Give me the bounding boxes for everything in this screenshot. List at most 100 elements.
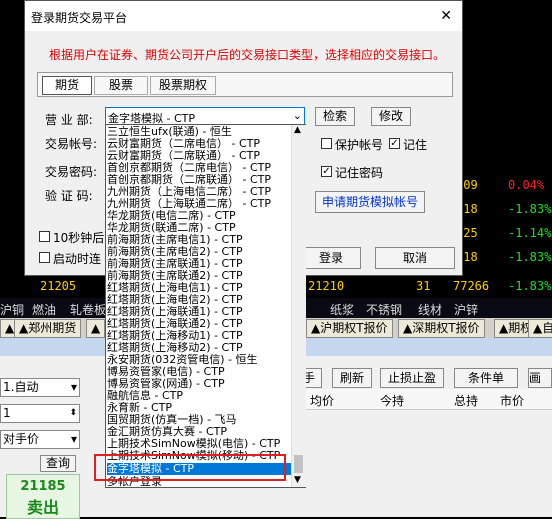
apply-simulated-account-link[interactable]: 申请期货模拟帐号 [315, 191, 425, 213]
remember-account-label: 记住 [403, 138, 428, 152]
dropdown-option[interactable]: 金汇期货仿真大赛 - CTP [107, 426, 291, 438]
quote-price: 77266 [453, 279, 490, 293]
edit-button[interactable]: 修改 [371, 107, 411, 126]
chevron-down-icon: ▾ [70, 432, 77, 446]
market-tab[interactable]: ▲郑州期货 [14, 319, 82, 338]
quote-change: -1.83% [508, 279, 552, 293]
dropdown-option[interactable]: 博易资管家(电信) - CTP [107, 366, 291, 378]
dropdown-option[interactable]: 永安期货(032资管电信) - 恒生 [107, 354, 291, 366]
dropdown-option[interactable]: 融航信息 - CTP [107, 390, 291, 402]
draw-button[interactable]: 画 [528, 368, 552, 388]
branch-label: 营 业 部: [45, 113, 93, 127]
auto-connect-label: 启动时连 [53, 252, 102, 266]
grid-col-market-price[interactable]: 市价 [500, 392, 524, 409]
order-mode-value: 1.自动 [3, 380, 39, 394]
ticker-change: -1.83% [508, 250, 552, 264]
menu-item[interactable]: 沪锌 [454, 301, 478, 318]
auto-connect-checkbox[interactable] [39, 252, 50, 263]
grid-col-avg-price[interactable]: 均价 [310, 392, 334, 409]
quote-bottom-row-right: 21210 31 77266 -1.83% [308, 275, 552, 298]
remember-password-checkbox[interactable]: ✓ [321, 166, 332, 177]
selection-annotation-box [94, 454, 286, 481]
market-tab[interactable]: ▲深期权T报价 [398, 319, 485, 338]
search-button[interactable]: 检索 [315, 107, 355, 126]
dropdown-option[interactable]: 华龙期货(联通二席) - CTP [107, 222, 291, 234]
price-type-select[interactable]: 对手价 ▾ [0, 430, 80, 449]
close-icon[interactable]: ✕ [440, 8, 452, 24]
dropdown-option[interactable]: 红塔期货(上海联通1) - CTP [107, 306, 291, 318]
dropdown-option[interactable]: 三立恒生ufx(联通) - 恒生 [107, 126, 291, 138]
tab-stock-options[interactable]: 股票期权 [150, 76, 216, 95]
dropdown-option[interactable]: 红塔期货(上海移动2) - CTP [107, 342, 291, 354]
grid-col-today-pos[interactable]: 今持 [380, 392, 404, 409]
login-button[interactable]: 登录 [301, 247, 361, 269]
ticker-change: -1.14% [508, 226, 552, 240]
dropdown-option[interactable]: 红塔期货(上海联通2) - CTP [107, 318, 291, 330]
quantity-value: 1 [3, 406, 11, 420]
code-label: 验 证 码: [45, 189, 93, 203]
market-tab[interactable]: ▲自 [528, 319, 552, 338]
dropdown-option[interactable]: 博易资管家(网通) - CTP [107, 378, 291, 390]
dropdown-option[interactable]: 红塔期货(上海电信2) - CTP [107, 294, 291, 306]
chevron-down-icon: ⌄ [292, 109, 302, 122]
menu-item[interactable]: 沪铜 [0, 301, 24, 318]
menu-item[interactable]: 不锈钢 [366, 301, 402, 318]
dropdown-option[interactable]: 首创京都期货（二席电信） - CTP [107, 162, 291, 174]
dropdown-option[interactable]: 华龙期货(电信二席) - CTP [107, 210, 291, 222]
tab-stocks[interactable]: 股票 [94, 76, 148, 95]
conditional-order-button[interactable]: 条件单 [454, 368, 518, 388]
quote-value-left: 21205 [40, 279, 77, 293]
dropdown-option[interactable]: 前海期货(主席联通1) - CTP [107, 258, 291, 270]
dropdown-option[interactable]: 前海期货(主席联通2) - CTP [107, 270, 291, 282]
dropdown-option[interactable]: 九州期货（上海电信二席） - CTP [107, 186, 291, 198]
quote-value-mid: 21210 [308, 279, 345, 293]
tab-futures[interactable]: 期货 [42, 76, 92, 95]
grid-col-total-pos[interactable]: 总持 [454, 392, 478, 409]
broker-type-tabs: 期货 股票 股票期权 [37, 72, 453, 97]
stop-loss-button[interactable]: 止损止盈 [380, 368, 444, 388]
menu-item[interactable]: 燃油 [32, 301, 56, 318]
quote-value-c: 31 [416, 279, 431, 293]
dialog-title-bar: 登录期货交易平台 ✕ [25, 1, 462, 31]
cancel-button[interactable]: 取消 [375, 247, 455, 269]
menu-item[interactable]: 线材 [418, 301, 442, 318]
ticker-change: -1.83% [508, 202, 552, 216]
dropdown-scrollbar[interactable]: ▲ ▼ [291, 125, 306, 487]
dropdown-option[interactable]: 云财富期货（二席电信） - CTP [107, 138, 291, 150]
refresh-button[interactable]: 刷新 [332, 368, 372, 388]
quantity-stepper[interactable]: 1 ⬍ [0, 404, 80, 423]
market-tab[interactable]: ▲ [86, 319, 106, 338]
protect-account-label: 保护帐号 [335, 138, 384, 152]
scroll-down-icon[interactable]: ▼ [294, 475, 301, 485]
price-type-value: 对手价 [3, 432, 40, 446]
dropdown-option[interactable]: 永育新 - CTP [107, 402, 291, 414]
account-label: 交易帐号: [45, 137, 98, 151]
auto-lock-checkbox[interactable] [39, 231, 50, 242]
market-tab[interactable]: ▲沪期权T报价 [306, 319, 393, 338]
dialog-title: 登录期货交易平台 [31, 11, 128, 25]
scrollbar-thumb[interactable] [294, 455, 303, 473]
sell-label: 卖出 [26, 498, 59, 517]
dropdown-option[interactable]: 九州期货（上海联通二席） - CTP [107, 198, 291, 210]
order-mode-select[interactable]: 1.自动 ▾ [0, 378, 80, 397]
remember-account-checkbox[interactable]: ✓ [389, 138, 400, 149]
dropdown-option[interactable]: 上期技术SimNow模拟(电信) - CTP [107, 438, 291, 450]
branch-dropdown-list[interactable]: 三立恒生ufx(联通) - 恒生 云财富期货（二席电信） - CTP 云财富期货（二… [105, 124, 306, 488]
menu-item[interactable]: 轧卷板 [70, 301, 106, 318]
dropdown-option[interactable]: 前海期货(主席电信1) - CTP [107, 234, 291, 246]
query-button[interactable]: 查询 [40, 455, 76, 472]
dropdown-option[interactable]: 前海期货(主席电信2) - CTP [107, 246, 291, 258]
ticker-change: 0.04% [508, 178, 545, 192]
dropdown-option[interactable]: 云财富期货（二席联通） - CTP [107, 150, 291, 162]
password-label: 交易密码: [45, 165, 98, 179]
sell-order-panel[interactable]: 21185 卖出 [6, 474, 80, 519]
interface-hint: 根据用户在证券、期货公司开户后的交易接口类型，选择相应的交易接口。 [49, 48, 446, 62]
remember-password-label: 记住密码 [335, 166, 384, 180]
dropdown-option[interactable]: 红塔期货(上海电信1) - CTP [107, 282, 291, 294]
protect-account-checkbox[interactable] [321, 138, 332, 149]
dropdown-option[interactable]: 红塔期货(上海移动1) - CTP [107, 330, 291, 342]
dropdown-option[interactable]: 首创京都期货（二席联通） - CTP [107, 174, 291, 186]
dropdown-option[interactable]: 国贸期货(仿真一档) - 飞马 [107, 414, 291, 426]
scroll-up-icon[interactable]: ▲ [294, 125, 301, 135]
menu-item[interactable]: 纸浆 [330, 301, 354, 318]
